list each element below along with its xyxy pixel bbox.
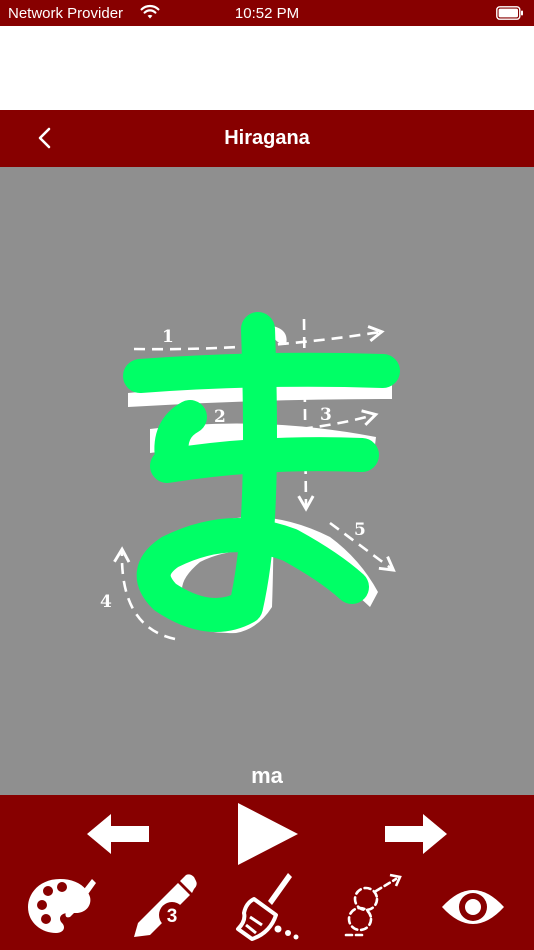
- romaji-label: ma: [251, 763, 283, 788]
- arrow-right-icon: [385, 814, 447, 854]
- play-icon: [238, 803, 298, 865]
- palette-icon: [28, 879, 96, 933]
- nav-bar: Hiragana: [0, 110, 534, 167]
- pencil-size-button[interactable]: 3: [130, 873, 200, 939]
- stroke-number: 4: [100, 592, 112, 612]
- stroke-guide-button[interactable]: [336, 873, 406, 939]
- page-title: Hiragana: [224, 127, 310, 149]
- chevron-left-icon: [38, 127, 51, 149]
- trace-guide-icon: [344, 873, 402, 937]
- previous-character-button[interactable]: [85, 812, 151, 856]
- status-bar: Network Provider 10:52 PM: [0, 0, 534, 26]
- broom-icon: [236, 873, 299, 941]
- stroke-number: 1: [162, 327, 174, 347]
- eye-icon: [442, 890, 504, 924]
- clear-canvas-button[interactable]: [232, 871, 302, 941]
- battery-icon: [496, 6, 523, 20]
- drawing-canvas[interactable]: 1 2 3 4 5 ma: [0, 167, 534, 795]
- stroke-number: 5: [354, 520, 366, 540]
- status-time: 10:52 PM: [234, 5, 300, 22]
- pencil-size-label: 3: [167, 906, 178, 927]
- bottom-toolbar: 3: [0, 795, 534, 950]
- play-animation-button[interactable]: [234, 801, 300, 867]
- banner-area: [0, 26, 534, 110]
- stroke-number: 3: [320, 405, 332, 425]
- stroke-number: 2: [214, 407, 226, 427]
- show-guide-button[interactable]: [440, 881, 506, 933]
- next-character-button[interactable]: [383, 812, 449, 856]
- color-palette-button[interactable]: [26, 875, 96, 937]
- pencil-icon: 3: [134, 874, 197, 937]
- arrow-left-icon: [87, 814, 149, 854]
- back-button[interactable]: [30, 122, 60, 154]
- kana-practice-art: 1 2 3 4 5: [100, 312, 400, 641]
